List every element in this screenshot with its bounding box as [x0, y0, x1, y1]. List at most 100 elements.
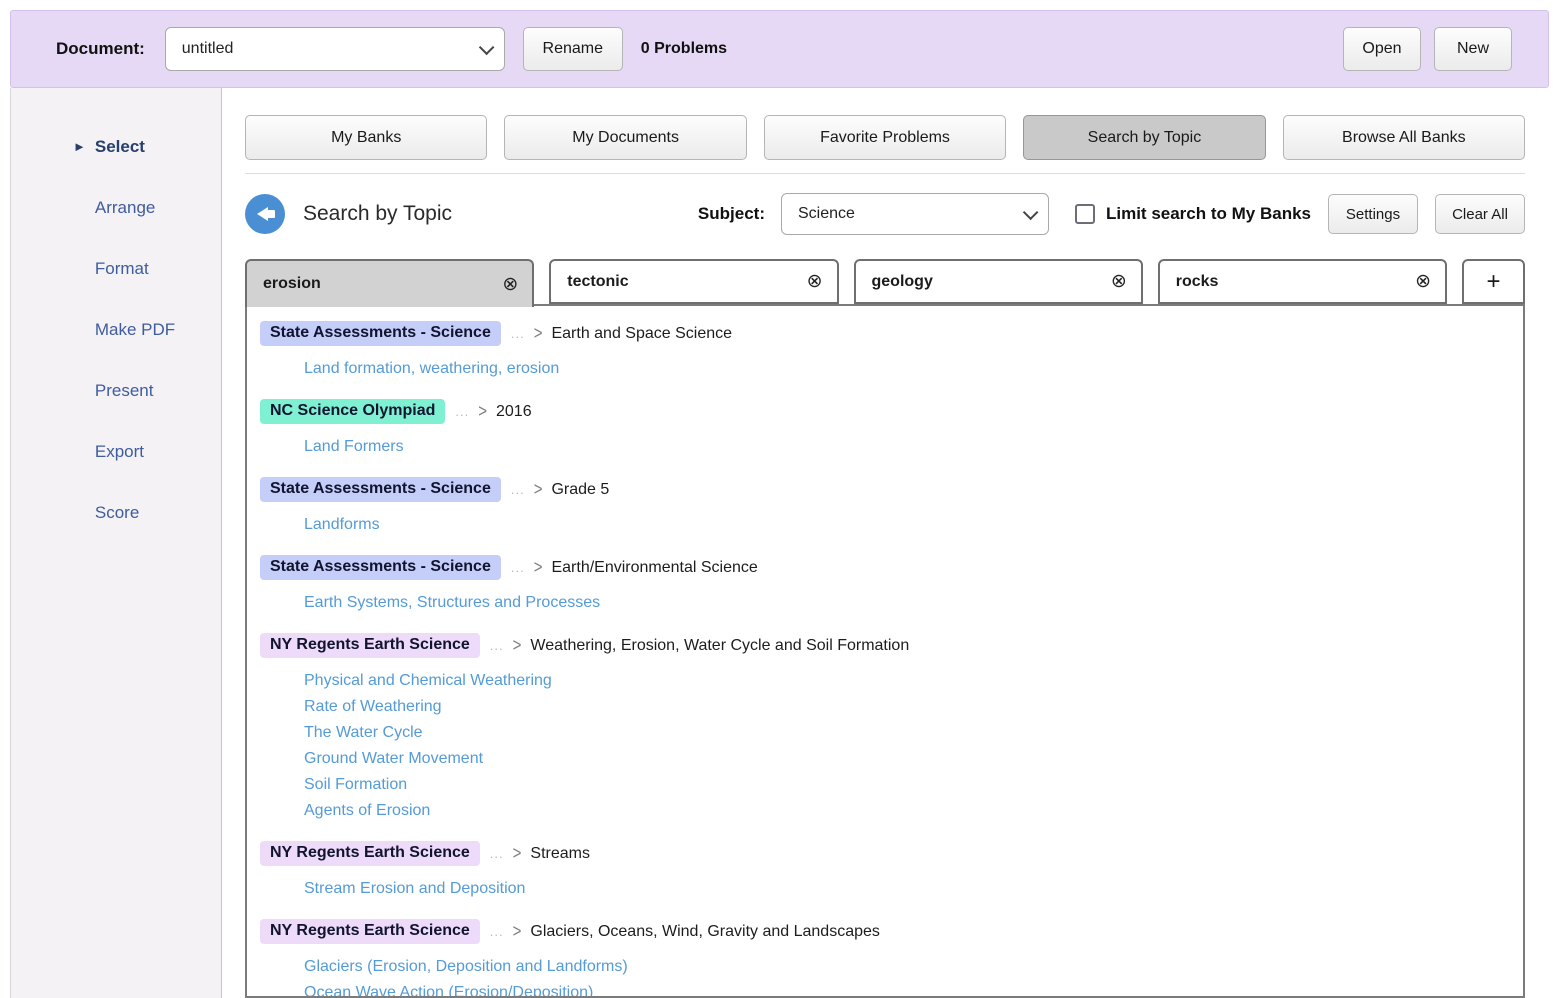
search-term-tab-erosion[interactable]: erosion ⊗ [245, 259, 534, 307]
result-badge-row: State Assessments - Science ... > Earth … [260, 321, 1507, 346]
sidebar-item-select[interactable]: ► Select [11, 116, 221, 177]
result-group: NC Science Olympiad ... > 2016 Land Form… [260, 399, 1507, 460]
category-path: Earth and Space Science [551, 325, 732, 343]
chevron-down-icon [1023, 204, 1039, 220]
subject-select-value: Science [798, 205, 1013, 223]
active-arrow-icon: ► [73, 139, 86, 154]
topic-link[interactable]: Glaciers (Erosion, Deposition and Landfo… [304, 954, 628, 980]
bank-badge[interactable]: State Assessments - Science [260, 555, 501, 580]
add-term-tab[interactable]: + [1462, 259, 1525, 304]
page-title: Search by Topic [303, 202, 452, 226]
tab-my-documents[interactable]: My Documents [504, 115, 746, 160]
rename-button[interactable]: Rename [523, 27, 623, 71]
sidebar-item-format[interactable]: ► Format [11, 238, 221, 299]
clear-all-button[interactable]: Clear All [1435, 194, 1525, 234]
topic-list: Physical and Chemical WeatheringRate of … [304, 668, 1507, 824]
bank-badge[interactable]: NC Science Olympiad [260, 399, 445, 424]
bank-badge[interactable]: State Assessments - Science [260, 477, 501, 502]
remove-term-icon[interactable]: ⊗ [1111, 272, 1127, 291]
tab-favorite-problems[interactable]: Favorite Problems [764, 115, 1006, 160]
category-path: Earth/Environmental Science [551, 559, 757, 577]
sidebar-item-arrange[interactable]: ► Arrange [11, 177, 221, 238]
result-group: State Assessments - Science ... > Earth … [260, 321, 1507, 382]
bank-badge[interactable]: NY Regents Earth Science [260, 633, 480, 658]
document-bar: Document: untitled Rename 0 Problems Ope… [10, 10, 1549, 88]
sidebar: ► Select ► Arrange ► Format ► Make PDF ►… [10, 88, 222, 998]
sidebar-item-label: Make PDF [95, 320, 175, 340]
sidebar-item-make-pdf[interactable]: ► Make PDF [11, 299, 221, 360]
category-path: Weathering, Erosion, Water Cycle and Soi… [530, 637, 909, 655]
open-button[interactable]: Open [1343, 27, 1421, 71]
tab-search-by-topic[interactable]: Search by Topic [1023, 115, 1265, 160]
result-badge-row: State Assessments - Science ... > Grade … [260, 477, 1507, 502]
bank-badge[interactable]: NY Regents Earth Science [260, 841, 480, 866]
subject-label: Subject: [698, 204, 765, 224]
topic-list: Glaciers (Erosion, Deposition and Landfo… [304, 954, 1507, 998]
limit-search-checkbox[interactable] [1075, 204, 1095, 224]
app-window: Document: untitled Rename 0 Problems Ope… [0, 0, 1559, 998]
topic-link[interactable]: Ground Water Movement [304, 746, 483, 772]
new-button[interactable]: New [1434, 27, 1512, 71]
settings-button[interactable]: Settings [1328, 194, 1418, 234]
result-badge-row: NY Regents Earth Science ... > Streams [260, 841, 1507, 866]
topic-link[interactable]: Landforms [304, 512, 380, 538]
search-term-tab-geology[interactable]: geology ⊗ [854, 259, 1143, 304]
topic-list: Landforms [304, 512, 1507, 538]
main-tab-bar: My Banks My Documents Favorite Problems … [245, 115, 1525, 160]
topic-link[interactable]: Land formation, weathering, erosion [304, 356, 559, 382]
result-group: NY Regents Earth Science ... > Glaciers,… [260, 919, 1507, 998]
topic-list: Stream Erosion and Deposition [304, 876, 1507, 902]
path-ellipsis: ... [511, 326, 525, 341]
sidebar-item-label: Arrange [95, 198, 155, 218]
remove-term-icon[interactable]: ⊗ [502, 275, 518, 294]
bank-badge[interactable]: State Assessments - Science [260, 321, 501, 346]
topic-link[interactable]: The Water Cycle [304, 720, 423, 746]
path-ellipsis: ... [511, 482, 525, 497]
topic-link[interactable]: Stream Erosion and Deposition [304, 876, 525, 902]
chevron-right-icon: > [513, 635, 522, 655]
search-term-tab-tectonic[interactable]: tectonic ⊗ [549, 259, 838, 304]
topic-link[interactable]: Ocean Wave Action (Erosion/Deposition) [304, 980, 593, 998]
document-select[interactable]: untitled [165, 27, 505, 71]
sidebar-item-score[interactable]: ► Score [11, 482, 221, 543]
sidebar-item-present[interactable]: ► Present [11, 360, 221, 421]
tab-my-banks[interactable]: My Banks [245, 115, 487, 160]
search-term-label: geology [872, 273, 1111, 291]
chevron-right-icon: > [534, 557, 543, 577]
remove-term-icon[interactable]: ⊗ [1415, 272, 1431, 291]
category-path: Grade 5 [551, 481, 609, 499]
chevron-right-icon: > [478, 401, 487, 421]
remove-term-icon[interactable]: ⊗ [807, 272, 823, 291]
problems-count: 0 Problems [641, 40, 727, 58]
topic-list: Earth Systems, Structures and Processes [304, 590, 1507, 616]
path-ellipsis: ... [490, 924, 504, 939]
sidebar-item-label: Present [95, 381, 154, 401]
topic-link[interactable]: Physical and Chemical Weathering [304, 668, 552, 694]
path-ellipsis: ... [490, 638, 504, 653]
back-button[interactable] [245, 194, 285, 234]
result-group: State Assessments - Science ... > Grade … [260, 477, 1507, 538]
topic-link[interactable]: Rate of Weathering [304, 694, 442, 720]
chevron-right-icon: > [534, 479, 543, 499]
sidebar-item-label: Format [95, 259, 149, 279]
category-path: 2016 [496, 403, 532, 421]
topic-list: Land formation, weathering, erosion [304, 356, 1507, 382]
result-group: NY Regents Earth Science ... > Weatherin… [260, 633, 1507, 824]
tab-browse-all-banks[interactable]: Browse All Banks [1283, 115, 1525, 160]
topic-link[interactable]: Soil Formation [304, 772, 407, 798]
topic-list: Land Formers [304, 434, 1507, 460]
sidebar-item-export[interactable]: ► Export [11, 421, 221, 482]
category-path: Glaciers, Oceans, Wind, Gravity and Land… [530, 923, 880, 941]
path-ellipsis: ... [490, 846, 504, 861]
topic-link[interactable]: Agents of Erosion [304, 798, 430, 824]
result-badge-row: State Assessments - Science ... > Earth/… [260, 555, 1507, 580]
bank-badge[interactable]: NY Regents Earth Science [260, 919, 480, 944]
topic-link[interactable]: Land Formers [304, 434, 404, 460]
back-arrow-icon [257, 207, 268, 221]
result-group: State Assessments - Science ... > Earth/… [260, 555, 1507, 616]
search-header: Search by Topic Subject: Science Limit s… [245, 191, 1525, 237]
search-term-label: rocks [1176, 273, 1415, 291]
topic-link[interactable]: Earth Systems, Structures and Processes [304, 590, 600, 616]
search-term-tab-rocks[interactable]: rocks ⊗ [1158, 259, 1447, 304]
subject-select[interactable]: Science [781, 193, 1049, 235]
